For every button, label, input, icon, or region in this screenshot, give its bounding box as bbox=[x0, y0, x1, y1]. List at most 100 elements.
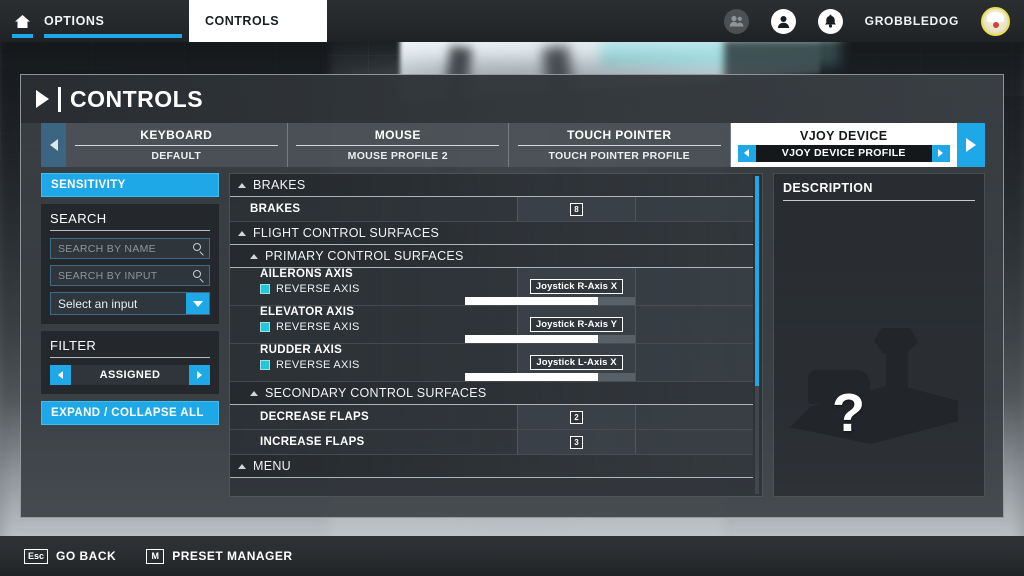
tab-controls-label: CONTROLS bbox=[205, 14, 280, 28]
reverse-axis-label: REVERSE AXIS bbox=[276, 321, 360, 333]
group-label: SECONDARY CONTROL SURFACES bbox=[265, 386, 487, 400]
search-by-name-placeholder: SEARCH BY NAME bbox=[58, 242, 156, 255]
binding-key[interactable]: 8 bbox=[570, 202, 583, 216]
profile-button[interactable] bbox=[770, 8, 796, 34]
controls-panel: CONTROLS KEYBOARD DEFAULT MOUSE MOUSE PR… bbox=[20, 74, 1004, 518]
filter-prev-button[interactable] bbox=[50, 365, 71, 385]
hint-label: GO BACK bbox=[56, 549, 117, 563]
binding-key[interactable]: 3 bbox=[570, 435, 583, 449]
binding-secondary[interactable] bbox=[635, 197, 753, 221]
chevron-up-icon bbox=[238, 230, 246, 236]
axis-indicator bbox=[260, 373, 635, 381]
expand-collapse-all-button[interactable]: EXPAND / COLLAPSE ALL bbox=[41, 401, 219, 425]
group-header-flight-control-surfaces[interactable]: FLIGHT CONTROL SURFACES bbox=[230, 222, 753, 245]
search-by-input-input[interactable]: SEARCH BY INPUT bbox=[50, 265, 210, 286]
avatar[interactable] bbox=[981, 6, 1010, 36]
search-icon bbox=[193, 270, 204, 283]
friends-icon bbox=[729, 15, 744, 27]
device-tab-name: KEYBOARD bbox=[74, 128, 278, 146]
group-header-menu[interactable]: MENU bbox=[230, 455, 753, 478]
device-tab-profile: DEFAULT bbox=[151, 150, 202, 162]
home-button[interactable] bbox=[0, 0, 44, 42]
binding-name: DECREASE FLAPS bbox=[260, 411, 369, 423]
binding-name: RUDDER AXIS bbox=[260, 344, 343, 356]
reverse-axis-checkbox[interactable] bbox=[260, 360, 270, 370]
chevron-left-icon bbox=[744, 149, 750, 157]
friends-button[interactable] bbox=[723, 8, 749, 34]
filter-section: FILTER ASSIGNED bbox=[41, 331, 219, 394]
joystick-silhouette-icon: ? bbox=[774, 202, 984, 496]
filter-selector: ASSIGNED bbox=[50, 365, 210, 385]
chevron-up-icon bbox=[250, 390, 258, 396]
notifications-button[interactable] bbox=[817, 8, 843, 34]
binding-axis[interactable]: Joystick R-Axis X bbox=[529, 279, 624, 294]
table-row[interactable]: DECREASE FLAPS 2 bbox=[230, 405, 753, 430]
top-right-cluster: GROBBLEDOG bbox=[723, 0, 1024, 42]
group-header-secondary-control-surfaces[interactable]: SECONDARY CONTROL SURFACES bbox=[230, 382, 753, 405]
table-row[interactable]: BRAKES 8 bbox=[230, 197, 753, 222]
tab-options-label: OPTIONS bbox=[44, 14, 105, 28]
reverse-axis-label: REVERSE AXIS bbox=[276, 283, 360, 295]
search-by-name-input[interactable]: SEARCH BY NAME bbox=[50, 238, 210, 259]
chevron-up-icon bbox=[250, 253, 258, 259]
group-header-primary-control-surfaces[interactable]: PRIMARY CONTROL SURFACES bbox=[230, 245, 753, 268]
device-next-button[interactable] bbox=[957, 123, 985, 167]
reverse-axis-label: REVERSE AXIS bbox=[276, 359, 360, 371]
key-badge: Esc bbox=[24, 548, 49, 564]
device-prev-button[interactable] bbox=[41, 123, 66, 167]
binding-secondary[interactable] bbox=[635, 268, 753, 305]
device-tab-row: KEYBOARD DEFAULT MOUSE MOUSE PROFILE 2 T… bbox=[21, 123, 1003, 167]
table-row[interactable]: AILERONS AXIS REVERSE AXIS Joystick R-Ax… bbox=[230, 268, 753, 306]
panel-body: SENSITIVITY SEARCH SEARCH BY NAME SEARCH… bbox=[21, 167, 1003, 497]
tab-options[interactable]: OPTIONS bbox=[44, 0, 182, 42]
table-row[interactable]: INCREASE FLAPS 3 bbox=[230, 430, 753, 455]
profile-next-button[interactable] bbox=[931, 144, 950, 162]
device-tab-profile: TOUCH POINTER PROFILE bbox=[548, 150, 690, 162]
group-label: MENU bbox=[253, 459, 292, 473]
input-select-dropdown[interactable]: Select an input bbox=[50, 292, 210, 315]
list-scrollbar-thumb[interactable] bbox=[755, 176, 759, 386]
device-tab-name: TOUCH POINTER bbox=[517, 128, 721, 146]
sensitivity-button[interactable]: SENSITIVITY bbox=[41, 173, 219, 197]
hint-go-back[interactable]: Esc GO BACK bbox=[24, 548, 117, 564]
filter-next-button[interactable] bbox=[189, 365, 210, 385]
hint-preset-manager[interactable]: M PRESET MANAGER bbox=[146, 548, 293, 564]
table-row[interactable]: RUDDER AXIS REVERSE AXIS Joystick L-Axis… bbox=[230, 344, 753, 382]
description-panel: DESCRIPTION ? bbox=[773, 173, 985, 497]
bell-icon bbox=[824, 14, 836, 28]
search-icon bbox=[193, 243, 204, 256]
device-tab-keyboard[interactable]: KEYBOARD DEFAULT bbox=[66, 123, 288, 167]
chevron-right-icon bbox=[197, 371, 202, 379]
binding-secondary[interactable] bbox=[635, 344, 753, 381]
profile-prev-button[interactable] bbox=[737, 144, 756, 162]
binding-secondary[interactable] bbox=[635, 405, 753, 429]
table-row[interactable]: ELEVATOR AXIS REVERSE AXIS Joystick R-Ax… bbox=[230, 306, 753, 344]
chevron-left-icon bbox=[49, 139, 58, 151]
reverse-axis-checkbox[interactable] bbox=[260, 322, 270, 332]
description-header: DESCRIPTION bbox=[783, 181, 975, 201]
binding-axis[interactable]: Joystick L-Axis X bbox=[530, 355, 623, 370]
list-scrollbar[interactable] bbox=[755, 176, 759, 494]
device-tab-profile: MOUSE PROFILE 2 bbox=[347, 150, 448, 162]
tab-controls[interactable]: CONTROLS bbox=[189, 0, 327, 42]
reverse-axis-checkbox[interactable] bbox=[260, 284, 270, 294]
bottom-hint-bar: Esc GO BACK M PRESET MANAGER bbox=[0, 536, 1024, 576]
binding-secondary[interactable] bbox=[635, 306, 753, 343]
chevron-right-icon bbox=[36, 90, 49, 108]
bindings-list: BRAKES BRAKES 8 FLIGHT CONTROL SURFACES … bbox=[229, 173, 763, 497]
binding-key[interactable]: 2 bbox=[570, 410, 583, 424]
hint-label: PRESET MANAGER bbox=[172, 549, 293, 563]
device-tab-name: MOUSE bbox=[296, 128, 500, 146]
device-tab-name: VJOY DEVICE bbox=[799, 128, 888, 143]
group-header-brakes[interactable]: BRAKES bbox=[230, 174, 753, 197]
description-placeholder-glyph: ? bbox=[832, 383, 865, 443]
profile-icon bbox=[777, 15, 789, 28]
binding-axis[interactable]: Joystick R-Axis Y bbox=[529, 317, 624, 332]
device-tab-mouse[interactable]: MOUSE MOUSE PROFILE 2 bbox=[287, 123, 509, 167]
top-navigation-bar: OPTIONS CONTROLS GROBBLEDOG bbox=[0, 0, 1024, 42]
chevron-up-icon bbox=[238, 463, 246, 469]
device-tab-touch-pointer[interactable]: TOUCH POINTER TOUCH POINTER PROFILE bbox=[509, 123, 731, 167]
search-header: SEARCH bbox=[50, 211, 210, 231]
device-tab-vjoy-device[interactable]: VJOY DEVICE VJOY DEVICE PROFILE bbox=[730, 123, 957, 167]
binding-secondary[interactable] bbox=[635, 430, 753, 454]
